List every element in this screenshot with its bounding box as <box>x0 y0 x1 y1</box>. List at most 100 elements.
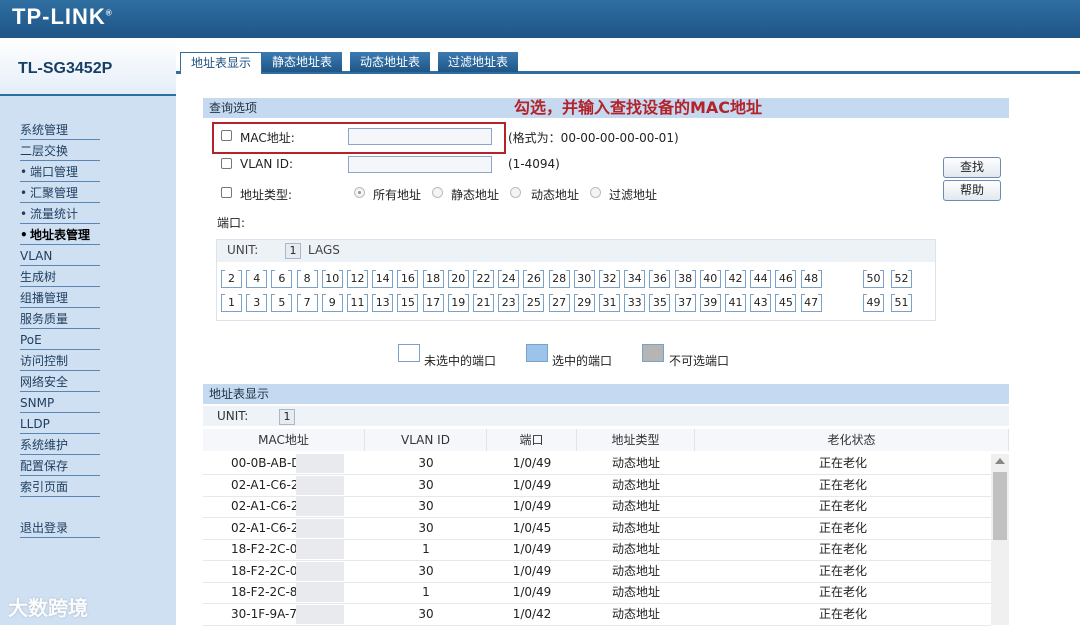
sidebar-item[interactable]: 系统管理 <box>20 120 100 140</box>
port-button[interactable]: 18 <box>422 270 444 288</box>
port-button[interactable]: 27 <box>548 294 570 312</box>
tab-filter-address[interactable]: 过滤地址表 <box>438 52 519 72</box>
col-port[interactable]: 端口 <box>487 429 577 451</box>
port-button[interactable]: 24 <box>498 270 520 288</box>
port-button[interactable]: 21 <box>473 294 494 312</box>
sidebar-item[interactable]: • 地址表管理 <box>20 225 100 245</box>
col-address-type[interactable]: 地址类型 <box>577 429 695 451</box>
lags-link[interactable]: LAGS <box>308 243 340 257</box>
port-button[interactable]: 7 <box>296 294 318 312</box>
port-button[interactable]: 25 <box>523 294 545 312</box>
port-button[interactable]: 39 <box>699 294 721 312</box>
port-button[interactable]: 36 <box>649 270 671 288</box>
search-button[interactable]: 查找 <box>943 157 1001 178</box>
tab-dynamic-address[interactable]: 动态地址表 <box>350 52 431 72</box>
port-button[interactable]: 10 <box>321 270 343 288</box>
port-button[interactable]: 32 <box>599 270 620 288</box>
port-button[interactable]: 42 <box>725 270 746 288</box>
port-button[interactable]: 46 <box>775 270 797 288</box>
port-button[interactable]: 11 <box>347 294 368 312</box>
tab-address-display[interactable]: 地址表显示 <box>180 52 263 74</box>
port-button[interactable]: 50 <box>863 270 884 288</box>
port-button[interactable]: 33 <box>624 294 646 312</box>
sidebar-item[interactable]: 二层交换 <box>20 141 100 161</box>
port-button[interactable]: 30 <box>573 270 595 288</box>
col-vlan[interactable]: VLAN ID <box>365 429 487 451</box>
port-button[interactable]: 41 <box>725 294 746 312</box>
sidebar-item[interactable]: 组播管理 <box>20 288 100 308</box>
sidebar: 系统管理 二层交换 • 端口管理 • 汇聚管理 • 流量统计 • 地址表管理 VLAN 生成树 组播管理… <box>0 96 176 625</box>
port-button[interactable]: 1 <box>221 294 242 312</box>
col-mac[interactable]: MAC地址 <box>203 429 365 451</box>
port-button[interactable]: 2 <box>221 270 242 288</box>
port-button[interactable]: 13 <box>372 294 394 312</box>
port-button[interactable]: 43 <box>750 294 772 312</box>
port-button[interactable]: 6 <box>271 270 293 288</box>
port-button[interactable]: 26 <box>523 270 545 288</box>
port-button[interactable]: 40 <box>699 270 721 288</box>
port-button[interactable]: 52 <box>891 270 912 288</box>
address-type-checkbox[interactable] <box>221 187 232 198</box>
tab-static-address[interactable]: 静态地址表 <box>262 52 343 72</box>
port-button[interactable]: 47 <box>800 294 822 312</box>
sidebar-item[interactable]: PoE <box>20 330 100 350</box>
port-button[interactable]: 3 <box>246 294 268 312</box>
port-button[interactable]: 23 <box>498 294 520 312</box>
port-button[interactable]: 35 <box>649 294 671 312</box>
table-scrollbar[interactable] <box>991 454 1009 625</box>
sidebar-item[interactable]: SNMP <box>20 393 100 413</box>
port-button[interactable]: 38 <box>674 270 696 288</box>
scroll-thumb[interactable] <box>993 472 1007 540</box>
sidebar-item[interactable]: 访问控制 <box>20 351 100 371</box>
radio-filter-address[interactable] <box>590 187 601 198</box>
port-button[interactable]: 49 <box>863 294 884 312</box>
port-button[interactable]: 9 <box>321 294 343 312</box>
port-button[interactable]: 48 <box>800 270 822 288</box>
scroll-up-icon[interactable] <box>995 458 1005 464</box>
port-button[interactable]: 51 <box>891 294 912 312</box>
port-button[interactable]: 20 <box>447 270 469 288</box>
sidebar-item-label: 地址表管理 <box>30 228 91 242</box>
unit-number-button[interactable]: 1 <box>285 243 301 259</box>
port-button[interactable]: 44 <box>750 270 772 288</box>
sidebar-item[interactable]: 索引页面 <box>20 477 100 497</box>
radio-all-addresses[interactable] <box>354 187 365 198</box>
sidebar-item[interactable]: 网络安全 <box>20 372 100 392</box>
port-button[interactable]: 17 <box>422 294 444 312</box>
logout-link[interactable]: 退出登录 <box>20 518 100 538</box>
port-button[interactable]: 15 <box>397 294 419 312</box>
sidebar-item[interactable]: • 流量统计 <box>20 204 100 224</box>
sidebar-item[interactable]: 配置保存 <box>20 456 100 476</box>
help-button[interactable]: 帮助 <box>943 180 1001 201</box>
port-button[interactable]: 19 <box>447 294 469 312</box>
port-button[interactable]: 12 <box>347 270 368 288</box>
port-button[interactable]: 34 <box>624 270 646 288</box>
radio-static-label: 静态地址 <box>451 188 500 202</box>
sidebar-item[interactable]: 服务质量 <box>20 309 100 329</box>
port-button[interactable]: 22 <box>473 270 494 288</box>
port-button[interactable]: 8 <box>296 270 318 288</box>
vlan-checkbox[interactable] <box>221 158 232 169</box>
radio-dynamic-address[interactable] <box>510 187 521 198</box>
port-button[interactable]: 14 <box>372 270 394 288</box>
port-button[interactable]: 29 <box>573 294 595 312</box>
port-button[interactable]: 16 <box>397 270 419 288</box>
redaction-mask <box>296 497 344 516</box>
port-button[interactable]: 5 <box>271 294 293 312</box>
table-unit-button[interactable]: 1 <box>279 409 295 425</box>
sidebar-item[interactable]: VLAN <box>20 246 100 266</box>
vlan-input[interactable] <box>348 156 492 173</box>
port-button[interactable]: 37 <box>674 294 696 312</box>
sidebar-item[interactable]: 系统维护 <box>20 435 100 455</box>
radio-static-address[interactable] <box>432 187 443 198</box>
sidebar-item[interactable]: • 端口管理 <box>20 162 100 182</box>
col-aging-status[interactable]: 老化状态 <box>695 429 1009 451</box>
port-button[interactable]: 4 <box>246 270 268 288</box>
port-button[interactable]: 45 <box>775 294 797 312</box>
port-button[interactable]: 31 <box>599 294 620 312</box>
sidebar-item[interactable]: LLDP <box>20 414 100 434</box>
port-button[interactable]: 28 <box>548 270 570 288</box>
sidebar-item[interactable]: • 汇聚管理 <box>20 183 100 203</box>
sidebar-item[interactable]: 生成树 <box>20 267 100 287</box>
sidebar-item-label: PoE <box>20 333 42 347</box>
